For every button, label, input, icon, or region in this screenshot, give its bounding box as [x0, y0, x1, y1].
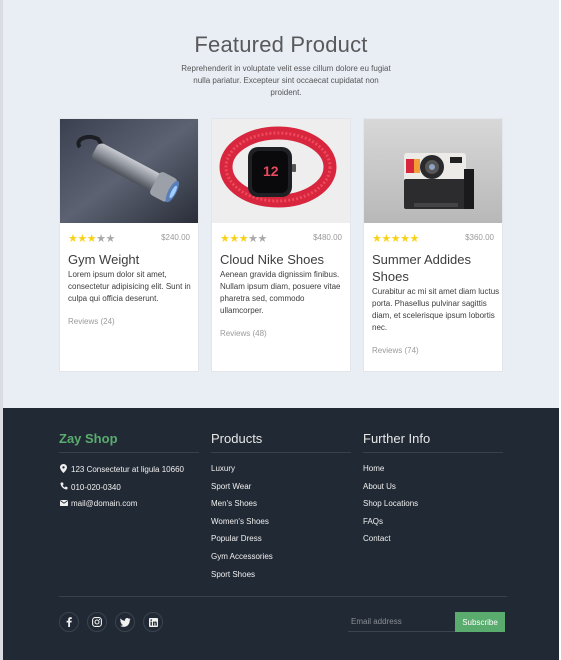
product-price: $480.00 [313, 233, 342, 242]
product-reviews: Reviews (74) [372, 346, 419, 355]
divider [363, 452, 503, 453]
rating-stars: ★★★★★ [372, 233, 419, 245]
product-name-link[interactable]: Cloud Nike Shoes [220, 251, 348, 268]
svg-text:12: 12 [263, 163, 279, 179]
site-footer: Zay Shop 123 Consectetur at ligula 10660… [3, 408, 559, 660]
product-name-link[interactable]: Summer Addides Shoes [372, 251, 500, 285]
footer-link-faqs[interactable]: FAQs [363, 517, 383, 526]
footer-link-shop-locations[interactable]: Shop Locations [363, 499, 418, 508]
footer-divider [59, 596, 507, 597]
product-price: $240.00 [161, 233, 190, 242]
facebook-icon[interactable] [59, 612, 79, 632]
divider [211, 452, 351, 453]
instagram-icon[interactable] [87, 612, 107, 632]
instant-camera-photo[interactable] [364, 119, 502, 223]
envelope-icon [59, 499, 68, 508]
rating-stars: ★★★★★ [68, 233, 115, 245]
footer-brand: Zay Shop [59, 431, 118, 446]
address-text: 123 Consectetur at ligula 10660 [71, 465, 184, 474]
footer-link-contact[interactable]: Contact [363, 534, 391, 543]
newsletter-email-input[interactable] [348, 612, 455, 632]
featured-title: Featured Product [194, 32, 368, 57]
footer-link-about-us[interactable]: About Us [363, 482, 396, 491]
product-card-gym-weight[interactable]: ★★★★★ $240.00 Gym Weight Lorem ipsum dol… [59, 118, 199, 372]
contact-email[interactable]: mail@domain.com [59, 499, 137, 508]
footer-link-womens-shoes[interactable]: Women's Shoes [211, 517, 269, 526]
divider [59, 452, 199, 453]
product-reviews: Reviews (48) [220, 329, 267, 338]
footer-link-luxury[interactable]: Luxury [211, 464, 235, 473]
footer-info-heading: Further Info [363, 431, 431, 446]
footer-link-sport-wear[interactable]: Sport Wear [211, 482, 251, 491]
subscribe-button[interactable]: Subscribe [455, 612, 505, 632]
smartwatch-photo[interactable]: 12 [212, 119, 350, 223]
product-card-summer-addides-shoes[interactable]: ★★★★★ $360.00 Summer Addides Shoes Curab… [363, 118, 503, 372]
email-link[interactable]: mail@domain.com [71, 499, 137, 508]
rating-stars: ★★★★★ [220, 233, 267, 245]
product-description: Curabitur ac mi sit amet diam luctus por… [372, 287, 500, 332]
linkedin-icon[interactable] [143, 612, 163, 632]
footer-link-mens-shoes[interactable]: Men's Shoes [211, 499, 257, 508]
twitter-icon[interactable] [115, 612, 135, 632]
footer-link-home[interactable]: Home [363, 464, 384, 473]
product-description: Aenean gravida dignissim finibus. Nullam… [220, 270, 341, 315]
featured-section: Featured Product Reprehenderit in volupt… [3, 0, 559, 408]
product-name-link[interactable]: Gym Weight [68, 251, 196, 268]
footer-link-sport-shoes[interactable]: Sport Shoes [211, 570, 255, 579]
contact-address: 123 Consectetur at ligula 10660 [59, 464, 184, 475]
product-price: $360.00 [465, 233, 494, 242]
footer-products-heading: Products [211, 431, 263, 446]
flashlight-photo[interactable] [60, 119, 198, 223]
footer-link-gym-accessories[interactable]: Gym Accessories [211, 552, 273, 561]
featured-subtitle: Reprehenderit in voluptate velit esse ci… [181, 64, 391, 97]
contact-phone[interactable]: 010-020-0340 [59, 482, 121, 492]
phone-link[interactable]: 010-020-0340 [71, 483, 121, 492]
product-reviews: Reviews (24) [68, 317, 115, 326]
product-description: Lorem ipsum dolor sit amet, consectetur … [68, 270, 191, 303]
product-card-cloud-nike-shoes[interactable]: 12 ★★★★★ $480.00 Cloud Nike Shoes Aenean… [211, 118, 351, 372]
phone-icon [59, 482, 68, 492]
footer-link-popular-dress[interactable]: Popular Dress [211, 534, 262, 543]
map-marker-icon [59, 464, 68, 475]
